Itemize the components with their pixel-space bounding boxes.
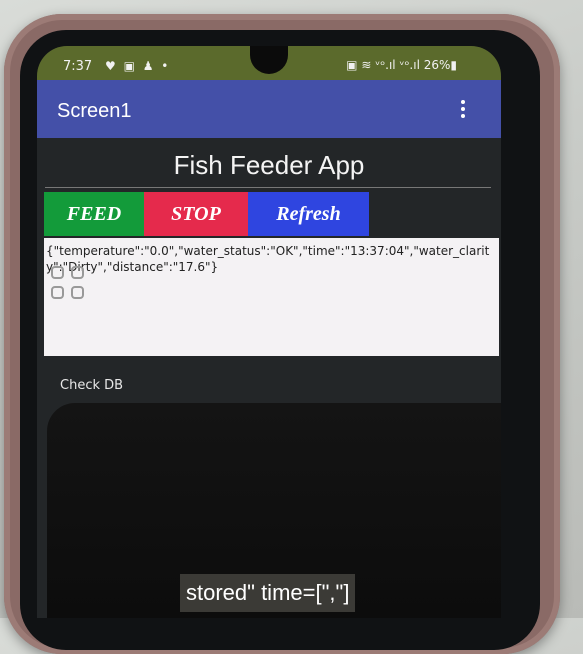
response-text: {"temperature":"0.0","water_status":"OK"… (46, 244, 490, 274)
status-time: 7:37 (63, 59, 93, 74)
check-db-button[interactable]: Check DB (60, 378, 123, 393)
phone-screen: 7:37 ♥ ▣ ♟ • ▣ ≋ ᵛᵒ.ıl ᵛᵒ.ıl 26%▮ Screen… (37, 46, 501, 618)
feed-button[interactable]: FEED (44, 192, 144, 236)
camera-notch (250, 46, 288, 74)
app-bar-title: Screen1 (57, 100, 132, 122)
stop-button[interactable]: STOP (144, 192, 248, 236)
notification-icons: ♥ ▣ ♟ • (105, 59, 171, 73)
status-right-indicators: ▣ ≋ ᵛᵒ.ıl ᵛᵒ.ıl 26%▮ (346, 58, 457, 72)
page-title: Fish Feeder App (173, 150, 365, 180)
response-output: {"temperature":"0.0","water_status":"OK"… (44, 238, 499, 356)
app-bar: Screen1 (37, 80, 501, 138)
heading-divider (45, 187, 491, 188)
app-content: Fish Feeder App FEED STOP Refresh {"temp… (37, 138, 501, 618)
overflow-menu-icon[interactable] (461, 100, 467, 121)
refresh-button[interactable]: Refresh (248, 192, 369, 236)
video-caption: stored" time=[","] (180, 574, 356, 612)
grid-icon (51, 266, 93, 308)
video-frame: 7:37 ♥ ▣ ♟ • ▣ ≋ ᵛᵒ.ıl ᵛᵒ.ıl 26%▮ Screen… (0, 0, 583, 654)
status-bar: 7:37 ♥ ▣ ♟ • ▣ ≋ ᵛᵒ.ıl ᵛᵒ.ıl 26%▮ (37, 46, 501, 80)
